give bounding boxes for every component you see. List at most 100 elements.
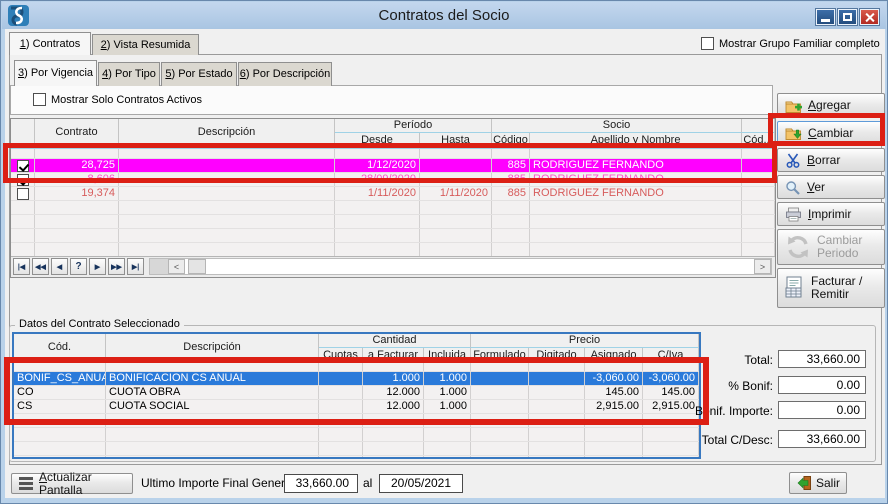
ultimo-importe-field[interactable]: 33,660.00 [284, 474, 358, 493]
cell-digitado [529, 372, 585, 385]
detail-row[interactable]: CS CUOTA SOCIAL 12.000 1.000 2,915.00 2,… [14, 400, 699, 414]
cell-hasta: 1/11/2020 [420, 187, 492, 200]
scroll-left-button[interactable]: < [168, 259, 185, 274]
bonif-importe-field[interactable]: 0.00 [778, 401, 866, 419]
nav-first-button[interactable]: |◀ [13, 258, 30, 275]
pct-bonif-field[interactable]: 0.00 [778, 376, 866, 394]
folder-plus-icon [785, 99, 802, 113]
header-digitado: Digitado [529, 348, 585, 362]
header-group-socio: Socio [492, 119, 742, 133]
total-field[interactable]: 33,660.00 [778, 350, 866, 368]
nav-help-button[interactable]: ? [70, 258, 87, 275]
cell-hasta [420, 159, 492, 172]
cambiar-button[interactable]: Cambiar [777, 121, 885, 145]
contract-row[interactable]: 19,374 1/11/2020 1/11/2020 885 RODRIGUEZ… [11, 187, 775, 201]
tab-por-estado[interactable]: 5) Por Estado [161, 62, 237, 86]
facturar-remitir-button[interactable]: Facturar / Remitir [777, 268, 885, 308]
row-checkbox-cell [11, 159, 35, 172]
cell-cod: BONIF_CS_ANUA [14, 372, 106, 385]
tab-por-descripcion[interactable]: 6) Por Descripción [238, 62, 332, 86]
checkbox-grupo-familiar[interactable]: Mostrar Grupo Familiar completo [701, 37, 880, 50]
agregar-button[interactable]: Agregar [777, 93, 885, 118]
empty-row [11, 201, 775, 215]
minimize-icon [821, 19, 830, 22]
header-checkbox-col [11, 119, 35, 148]
detail-row-selected[interactable]: BONIF_CS_ANUA BONIFICACION CS ANUAL 1.00… [14, 372, 699, 386]
nav-prior-page-button[interactable]: ◀◀ [32, 258, 49, 275]
imprimir-button[interactable]: Imprimir [777, 202, 885, 226]
cell-desde: 1/11/2020 [335, 187, 420, 200]
cell-cod: CS [14, 400, 106, 413]
checkbox-checked-icon[interactable] [17, 174, 29, 186]
nav-next-button[interactable]: ▶ [89, 258, 106, 275]
tab-contratos[interactable]: 1) Contratos [9, 32, 91, 55]
nav-last-button[interactable]: ▶| [127, 258, 144, 275]
cell-asignado: 145.00 [585, 386, 643, 399]
window-title: Contratos del Socio [2, 2, 886, 29]
salir-button[interactable]: Salir [789, 472, 847, 494]
scrollbar-thumb[interactable] [188, 259, 206, 274]
checkbox-unchecked-icon[interactable] [17, 188, 29, 200]
cell-a-facturar: 1.000 [363, 372, 424, 385]
cambiar-label: Cambiar [808, 127, 853, 140]
scissors-icon [785, 153, 801, 168]
app-logo-icon [8, 5, 29, 26]
cell-asignado: 2,915.00 [585, 400, 643, 413]
checkbox-checked-icon[interactable] [17, 160, 29, 172]
borrar-label: Borrar [807, 154, 840, 167]
checkbox-solo-activos-label: Mostrar Solo Contratos Activos [51, 94, 202, 106]
header-group-precio: Precio [471, 334, 699, 348]
empty-row [14, 456, 699, 459]
titlebar[interactable]: Contratos del Socio [2, 2, 886, 29]
ver-label: Ver [807, 181, 825, 194]
header-group-periodo: Período [335, 119, 492, 133]
cambiar-periodo-label: Cambiar Periodo [817, 234, 862, 260]
tab-vista-resumida[interactable]: 2) Vista Resumida [92, 34, 199, 55]
facturar-remitir-label: Facturar / Remitir [811, 275, 862, 301]
fecha-field[interactable]: 20/05/2021 [379, 474, 463, 493]
close-button[interactable] [860, 9, 879, 25]
total-label: Total: [641, 351, 773, 369]
cell-formulado [471, 372, 529, 385]
nav-next-page-button[interactable]: ▶▶ [108, 258, 125, 275]
header-contrato: Contrato [35, 119, 119, 148]
cell-codigo: 885 [492, 187, 530, 200]
cell-contrato: 28,725 [35, 159, 119, 172]
contract-row-selected[interactable]: 28,725 1/12/2020 885 RODRIGUEZ FERNANDO [11, 159, 775, 173]
row-checkbox-cell [11, 187, 35, 200]
window: Contratos del Socio 1) Contratos 2) Vist… [0, 0, 888, 504]
exit-door-icon [795, 475, 812, 491]
cell-cod: CO [14, 386, 106, 399]
minimize-button[interactable] [816, 9, 835, 25]
tab-por-vigencia[interactable]: 3) Por Vigencia [14, 60, 97, 86]
empty-row [14, 442, 699, 456]
checkbox-icon[interactable] [33, 93, 46, 106]
printer-icon [785, 207, 802, 222]
actualizar-pantalla-button[interactable]: Actualizar Pantalla [11, 473, 133, 494]
horizontal-scrollbar[interactable]: < > [149, 258, 772, 275]
cell-incluida: 1.000 [424, 386, 471, 399]
scroll-right-button[interactable]: > [754, 259, 771, 274]
header-hasta: Hasta [420, 133, 492, 148]
checkbox-icon[interactable] [701, 37, 714, 50]
cell-incluida: 1.000 [424, 400, 471, 413]
header-cod: Cód. [14, 334, 106, 362]
ver-button[interactable]: Ver [777, 175, 885, 199]
total-cdesc-field[interactable]: 33,660.00 [778, 430, 866, 448]
maximize-button[interactable] [838, 9, 857, 25]
header-incluida: Incluida [424, 348, 471, 362]
refresh-arrows-icon [785, 234, 811, 260]
empty-row [11, 243, 775, 257]
cell-descripcion [119, 187, 335, 200]
nav-prior-button[interactable]: ◀ [51, 258, 68, 275]
header-descripcion: Descripción [106, 334, 319, 362]
contract-row[interactable]: 8,606 28/09/2020 885 RODRIGUEZ FERNANDO [11, 173, 775, 187]
borrar-button[interactable]: Borrar [777, 148, 885, 172]
detail-row[interactable]: CO CUOTA OBRA 12.000 1.000 145.00 145.00 [14, 386, 699, 400]
cell-cuotas [319, 386, 363, 399]
cambiar-periodo-button-disabled[interactable]: Cambiar Periodo [777, 229, 885, 265]
checkbox-solo-activos[interactable]: Mostrar Solo Contratos Activos [33, 93, 202, 106]
tab-por-tipo[interactable]: 4) Por Tipo [98, 62, 160, 86]
cell-asignado: -3,060.00 [585, 372, 643, 385]
cell-digitado [529, 386, 585, 399]
